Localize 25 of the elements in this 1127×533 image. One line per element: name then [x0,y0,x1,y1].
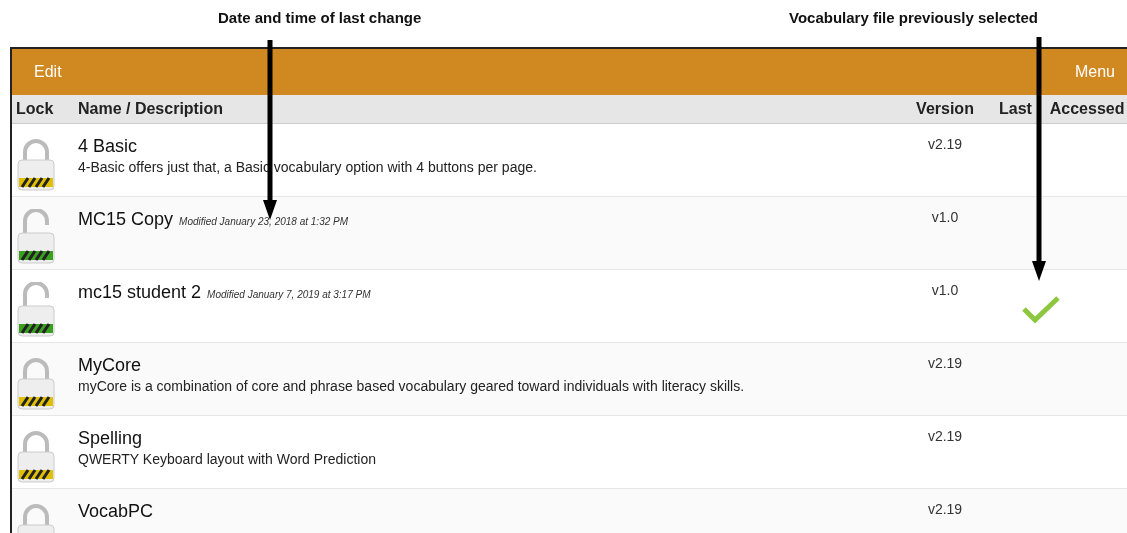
vocabulary-description: myCore is a combination of core and phrase based vocabulary geared toward individuals with literacy skills. [78,378,746,394]
vocabulary-name: VocabPC [78,501,154,522]
column-header: Last Accessed [998,100,1126,118]
vocabulary-name: Spelling [78,428,143,449]
modified-date: Modified January 7, 2019 at 3:17 PM [207,289,371,300]
vocabulary-row[interactable]: MC15 Copy Modified January 23, 2018 at 1:32 PM v1.0 [12,197,1127,270]
vocabulary-row[interactable]: MyCore myCore is a combination of core and phrase based vocabulary geared toward individuals with literacy skills. v2.19 [12,343,1127,416]
version-text: v2.19 [927,501,963,517]
version-text: v2.19 [927,355,963,371]
vocabulary-name: MyCore [78,355,141,376]
version-text: v1.0 [931,282,959,298]
vocabulary-name: mc15 student 2 [78,282,202,303]
version-text: v1.0 [931,209,959,225]
annotation-text: Vocabulary file previously selected [789,9,1038,26]
vocabulary-name: MC15 Copy [78,209,174,230]
version-text: v2.19 [927,136,963,152]
column-header: Version [915,100,975,118]
column-header: Name / Description [78,100,224,118]
column-header: Lock [15,100,55,118]
modified-date: Modified January 23, 2018 at 1:32 PM [179,216,349,227]
vocabulary-row[interactable]: VocabPC v2.19 [12,489,1127,533]
annotation-text: Date and time of last change [218,9,422,26]
vocabulary-name: 4 Basic [78,136,138,157]
vocabulary-description: QWERTY Keyboard layout with Word Prediction [78,451,378,467]
version-text: v2.19 [927,428,963,444]
